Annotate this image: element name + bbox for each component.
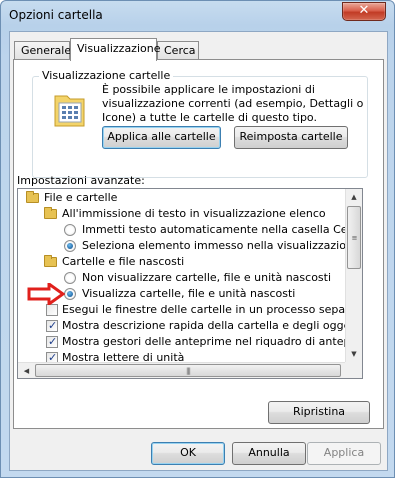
- tab-general[interactable]: Generale: [14, 41, 71, 60]
- view-tab-panel: Visualizzazione cartelle È possibile app…: [13, 59, 384, 429]
- apply-button[interactable]: Applica: [307, 442, 381, 465]
- checkbox-checked[interactable]: [46, 318, 58, 334]
- folder-view-icon: [54, 95, 85, 127]
- folder-views-description: È possibile applicare le impostazioni di…: [102, 83, 364, 124]
- tab-view[interactable]: Visualizzazione: [70, 38, 160, 61]
- ok-button[interactable]: OK: [151, 442, 225, 465]
- red-arrow-annotation-icon: [27, 283, 65, 305]
- checkbox[interactable]: [46, 304, 58, 316]
- scrollbar-corner: [345, 362, 362, 378]
- radio-button[interactable]: [64, 272, 76, 284]
- apply-to-folders-button[interactable]: Applica alle cartelle: [102, 126, 221, 149]
- scroll-left-icon[interactable]: ◀: [18, 363, 35, 378]
- scroll-up-icon[interactable]: ▲: [346, 189, 362, 206]
- folder-icon: [44, 207, 57, 219]
- close-button[interactable]: ✕: [342, 2, 386, 21]
- horizontal-scroll-thumb[interactable]: |||: [35, 364, 341, 377]
- tab-search[interactable]: Cerca: [157, 41, 199, 60]
- radio-button[interactable]: [64, 224, 76, 236]
- radio-button-selected[interactable]: [64, 240, 76, 252]
- folder-options-window: Opzioni cartella ✕ Generale Visualizzazi…: [0, 0, 395, 478]
- radio-button-selected[interactable]: [64, 288, 76, 300]
- advanced-settings-label: Impostazioni avanzate:: [17, 174, 145, 187]
- dialog-body: Generale Visualizzazione Cerca Visualizz…: [9, 31, 388, 471]
- advanced-settings-list[interactable]: File e cartelle All'immissione di testo …: [17, 188, 363, 379]
- cancel-button[interactable]: Annulla: [232, 442, 306, 465]
- vertical-scroll-thumb[interactable]: ≡: [347, 206, 361, 269]
- grip-icon: |||: [185, 366, 191, 375]
- scroll-down-icon[interactable]: ▼: [346, 346, 362, 363]
- title-bar[interactable]: Opzioni cartella ✕: [1, 1, 394, 29]
- folder-icon: [44, 255, 57, 267]
- window-title: Opzioni cartella: [9, 8, 103, 22]
- reset-folders-button[interactable]: Reimposta cartelle: [234, 126, 348, 149]
- folder-icon: [26, 191, 39, 203]
- folder-views-title: Visualizzazione cartelle: [39, 69, 174, 82]
- vertical-scrollbar[interactable]: ▲ ≡ ▼: [345, 189, 362, 363]
- restore-defaults-button[interactable]: Ripristina: [268, 401, 370, 424]
- horizontal-scrollbar[interactable]: ◀ ||| ▶: [18, 362, 362, 378]
- checkbox-checked[interactable]: [46, 334, 58, 350]
- grip-icon: ≡: [351, 233, 358, 242]
